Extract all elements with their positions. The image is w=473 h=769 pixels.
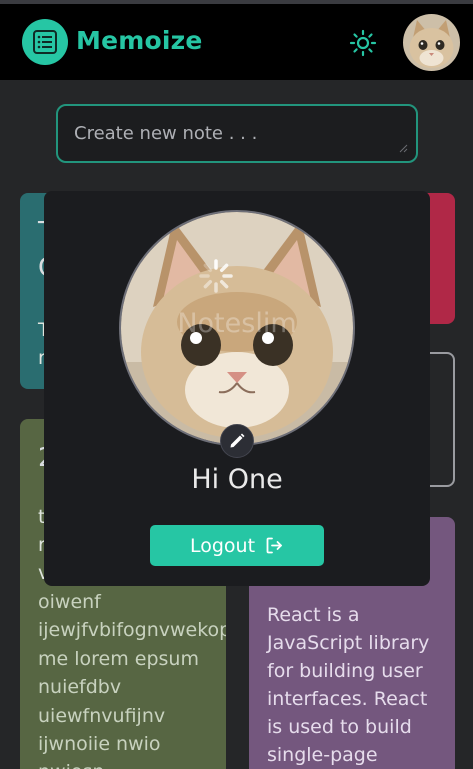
new-note-field[interactable]	[56, 104, 418, 163]
app-header: Memoize	[0, 4, 473, 80]
note-body-line: me lorem epsum	[38, 647, 199, 670]
note-body: oiwenf ijewjfvbifognvwekop me lorem epsu…	[38, 588, 226, 769]
cat-profile-image: Noteslim	[121, 212, 353, 444]
resize-handle-icon[interactable]	[398, 143, 408, 153]
note-body-line: JavaScript library	[267, 632, 430, 654]
new-note-input[interactable]	[58, 106, 416, 161]
app-title[interactable]: Memoize	[76, 26, 203, 55]
greeting-text: Hi One	[191, 464, 283, 495]
note-body-line: single-page	[267, 744, 378, 766]
note-body: React is a JavaScript library for buildi…	[267, 601, 429, 769]
sun-icon	[349, 29, 377, 57]
logout-label: Logout	[189, 534, 256, 557]
profile-picture: Noteslim	[119, 210, 355, 446]
note-body-line: oiwenf	[38, 591, 101, 613]
note-body-line: interfaces. React	[267, 688, 428, 710]
note-body-line: is used to build	[267, 716, 412, 738]
loading-spinner-icon	[199, 259, 233, 293]
theme-toggle-button[interactable]	[348, 28, 378, 58]
profile-popup: Noteslim Hi One Logout	[44, 191, 430, 586]
logo-icon[interactable]	[22, 19, 68, 65]
cat-avatar-image	[403, 14, 460, 71]
edit-profile-picture-button[interactable]	[220, 424, 254, 458]
user-avatar[interactable]	[403, 14, 460, 71]
watermark-text: Noteslim	[177, 308, 296, 339]
note-body-line: ijewjfvbifognvwekop	[38, 619, 226, 642]
note-body-line: ijwnoiie nwio	[38, 733, 161, 756]
note-body-line: uiewfnvufijnv	[38, 704, 166, 727]
logout-button[interactable]: Logout	[150, 525, 324, 566]
notes-list-icon	[33, 30, 57, 54]
logout-icon	[266, 537, 282, 554]
note-body-line: React is a	[267, 604, 360, 626]
pencil-icon	[230, 433, 245, 448]
note-body-line: nwiosn	[38, 758, 226, 769]
note-body-line: nuiefdbv	[38, 676, 122, 699]
note-body-line: for building user	[267, 660, 423, 682]
